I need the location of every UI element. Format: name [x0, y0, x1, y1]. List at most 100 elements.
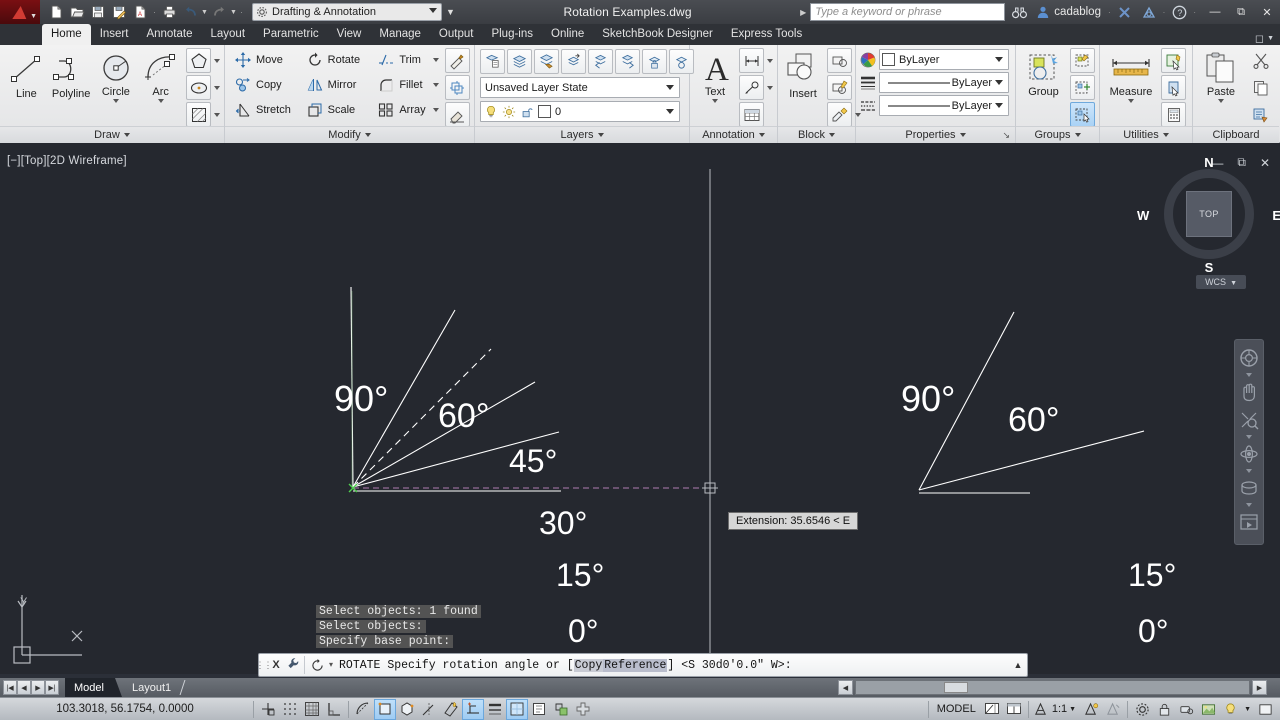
chevron-down-icon[interactable]	[1218, 99, 1224, 103]
layout-last-button[interactable]: ▶|	[45, 680, 59, 695]
redo-icon[interactable]	[209, 2, 229, 22]
view-cube-face[interactable]: TOP	[1186, 191, 1232, 237]
modify-scale-button[interactable]: Scale	[303, 98, 373, 122]
panel-dialog-launcher-icon[interactable]: ↘	[1002, 130, 1010, 141]
view-cube-west[interactable]: W	[1137, 208, 1149, 223]
application-menu-button[interactable]: ▼	[0, 0, 40, 24]
define-attribute-icon[interactable]	[827, 102, 852, 127]
command-keyword-copy[interactable]: Copy	[574, 659, 604, 672]
clean-screen-icon[interactable]	[1219, 699, 1241, 720]
layer-freeze-icon[interactable]	[534, 49, 559, 74]
chevron-down-icon[interactable]	[433, 83, 439, 87]
modify-trim-button[interactable]: Trim	[374, 48, 442, 72]
close-button[interactable]: ✕	[1254, 1, 1280, 23]
user-account[interactable]: cadablog	[1033, 5, 1104, 19]
workspace-gear-icon[interactable]	[1131, 699, 1153, 720]
chevron-down-icon[interactable]	[1246, 373, 1252, 377]
tab-layout1[interactable]: Layout1	[123, 678, 182, 697]
linetype-combo[interactable]: ByLayer	[879, 95, 1009, 116]
utilities-measure-button[interactable]: Measure	[1104, 48, 1158, 103]
group-edit-icon[interactable]	[1070, 75, 1095, 100]
save-as-icon[interactable]	[109, 2, 129, 22]
modify-stretch-button[interactable]: Stretch	[231, 98, 301, 122]
drawing-canvas[interactable]: [−][Top][2D Wireframe] — ⧉ ✕	[0, 143, 1280, 674]
tab-layout[interactable]: Layout	[202, 24, 255, 45]
tab-manage[interactable]: Manage	[370, 24, 430, 45]
chevron-down-icon[interactable]	[767, 86, 773, 90]
panel-groups-title[interactable]: Groups	[1016, 126, 1099, 143]
match-properties-icon[interactable]	[445, 48, 470, 73]
draw-arc-button[interactable]: Arc	[138, 48, 183, 103]
object-snap-icon[interactable]	[374, 699, 396, 720]
undo-dropdown-icon[interactable]: ▼	[201, 2, 208, 22]
view-cube-north[interactable]: N	[1160, 155, 1258, 170]
infer-constraints-icon[interactable]	[257, 699, 279, 720]
calculator-icon[interactable]	[1161, 102, 1186, 127]
chevron-down-icon[interactable]	[214, 59, 220, 63]
dimension-icon[interactable]	[739, 48, 764, 73]
panel-draw-title[interactable]: Draw	[0, 126, 224, 143]
restore-button[interactable]: ⧉	[1228, 1, 1254, 23]
quick-select-icon[interactable]	[1161, 48, 1186, 73]
help-dropdown-icon[interactable]: ·	[1193, 8, 1196, 17]
command-history-caret-icon[interactable]: ▾	[329, 660, 333, 670]
annotation-scale-value[interactable]: 1:1	[1050, 703, 1069, 715]
copy-clip-icon[interactable]	[1248, 75, 1273, 100]
polar-tracking-icon[interactable]	[352, 699, 374, 720]
object-snap-tracking-icon[interactable]	[418, 699, 440, 720]
paste-special-icon[interactable]	[1248, 102, 1273, 127]
view-cube-east[interactable]: E	[1272, 208, 1280, 223]
undo-icon[interactable]	[180, 2, 200, 22]
panel-modify-title[interactable]: Modify	[225, 126, 474, 143]
dynamic-input-icon[interactable]	[462, 699, 484, 720]
layer-isolate-icon[interactable]	[561, 49, 586, 74]
tab-view[interactable]: View	[328, 24, 371, 45]
layer-properties-icon[interactable]	[480, 49, 505, 74]
hatch-icon[interactable]	[186, 102, 211, 127]
coordinates-display[interactable]: 103.3018, 56.1754, 0.0000	[0, 703, 250, 715]
command-bar-grip[interactable]: ⋮⋮	[259, 654, 268, 676]
modify-copy-button[interactable]: Copy	[231, 73, 301, 97]
qat-overflow-icon[interactable]: ▼	[446, 7, 455, 17]
tab-sketchbook-designer[interactable]: SketchBook Designer	[593, 24, 722, 45]
new-icon[interactable]	[46, 2, 66, 22]
chevron-down-icon[interactable]	[433, 108, 439, 112]
search-input[interactable]: Type a keyword or phrase	[810, 3, 1005, 21]
group-selection-icon[interactable]	[1070, 102, 1095, 127]
ortho-mode-icon[interactable]	[323, 699, 345, 720]
chevron-down-icon[interactable]	[712, 99, 718, 103]
panel-annotation-title[interactable]: Annotation	[690, 126, 777, 143]
modify-rotate-button[interactable]: Rotate	[303, 48, 373, 72]
search-expand-icon[interactable]: ▶	[800, 8, 806, 17]
help-icon[interactable]: ?	[1169, 2, 1189, 22]
save-icon[interactable]	[88, 2, 108, 22]
clipboard-paste-button[interactable]: Paste	[1197, 48, 1245, 103]
cut-icon[interactable]	[1248, 48, 1273, 73]
panel-block-title[interactable]: Block	[778, 126, 855, 143]
command-bar-customize-icon[interactable]	[284, 657, 302, 673]
command-keyword-reference[interactable]: Reference	[603, 659, 667, 672]
command-bar-close-button[interactable]: X	[268, 659, 284, 671]
layout-next-button[interactable]: ▶	[31, 680, 45, 695]
layer-match-icon[interactable]	[615, 49, 640, 74]
layer-off-icon[interactable]	[507, 49, 532, 74]
command-input[interactable]: ▾ ROTATE Specify rotation angle or [Copy…	[307, 659, 1009, 672]
showmotion-play-icon[interactable]	[1236, 509, 1262, 535]
draw-line-button[interactable]: Line	[4, 48, 49, 100]
chevron-down-icon[interactable]	[214, 86, 220, 90]
chevron-down-icon[interactable]	[433, 58, 439, 62]
chevron-down-icon[interactable]: ▼	[1241, 706, 1254, 713]
chevron-down-icon[interactable]	[1246, 503, 1252, 507]
tab-plugins[interactable]: Plug-ins	[482, 24, 542, 45]
panel-layers-title[interactable]: Layers	[475, 126, 689, 143]
show-motion-icon[interactable]	[1236, 475, 1262, 501]
draw-circle-button[interactable]: Circle	[94, 48, 139, 103]
tab-model[interactable]: Model	[65, 678, 115, 697]
grid-display-icon[interactable]	[301, 699, 323, 720]
command-bar[interactable]: ⋮⋮ X ▾ ROTATE Specify rotation angle or …	[258, 653, 1028, 677]
view-cube[interactable]: TOP N S W E	[1160, 165, 1258, 263]
edit-attribute-icon[interactable]	[827, 75, 852, 100]
leader-icon[interactable]	[739, 75, 764, 100]
user-dropdown-icon[interactable]: ·	[1108, 8, 1111, 17]
hscroll-right-button[interactable]: ▶	[1252, 680, 1267, 695]
